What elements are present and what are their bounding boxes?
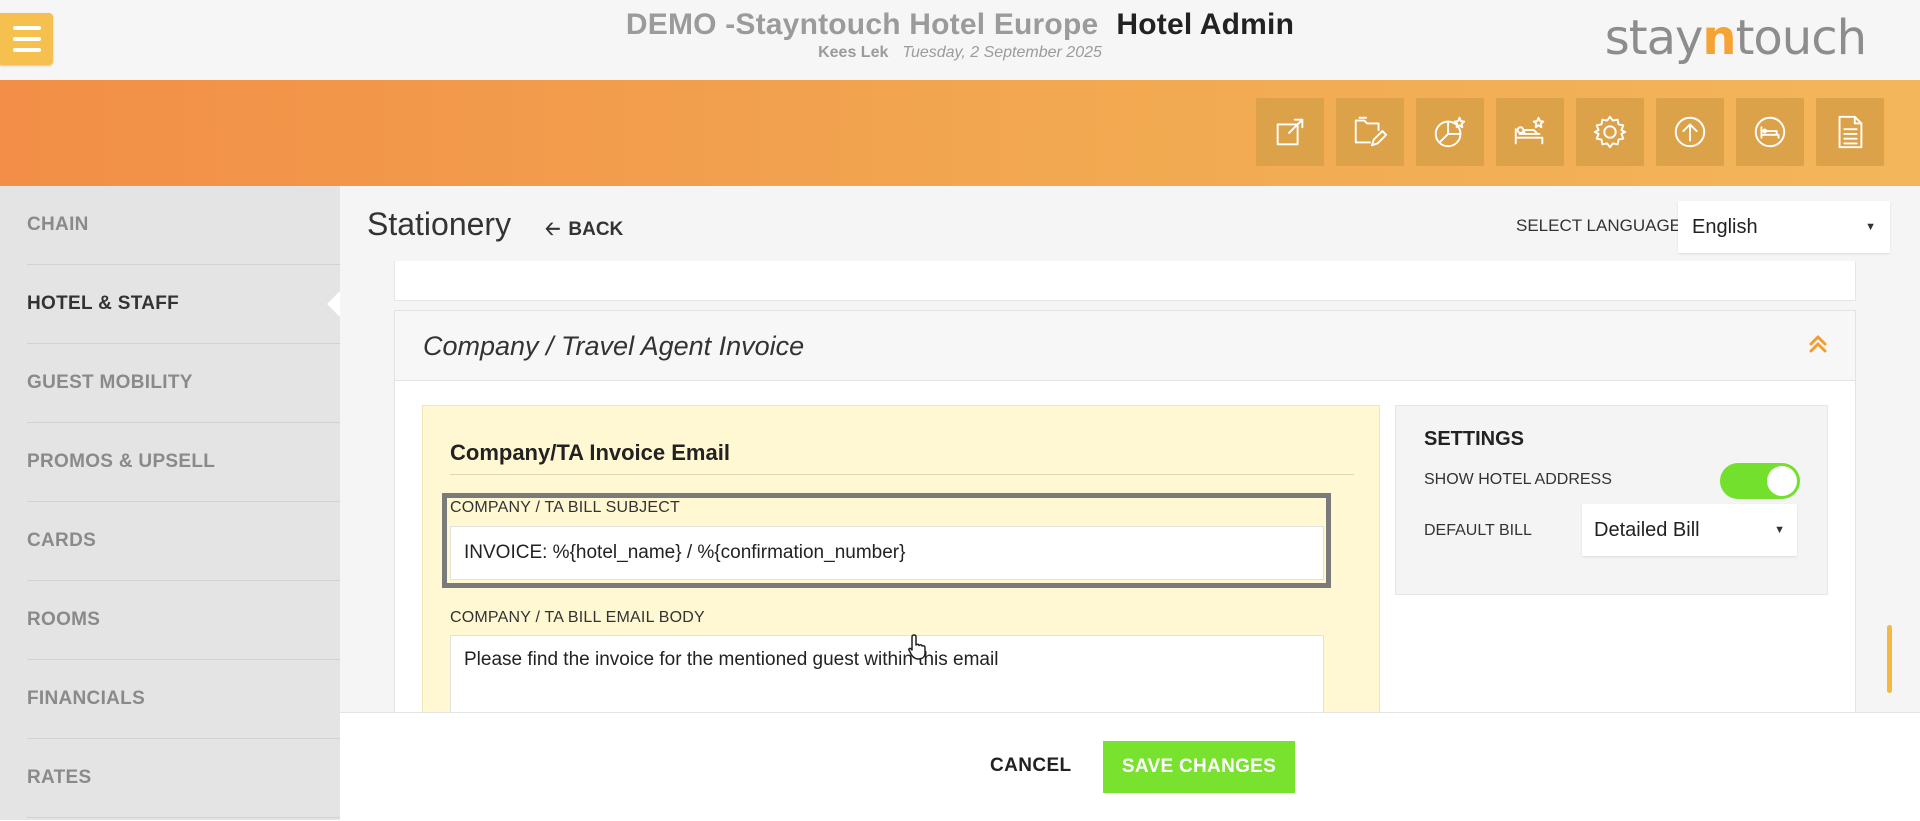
chevron-down-icon: ▼ — [1865, 221, 1876, 233]
page-title: Stationery — [367, 206, 512, 242]
toolbar-band — [0, 80, 1920, 186]
previous-section-card — [394, 261, 1856, 301]
toolbar-icons — [1256, 98, 1884, 166]
current-date: Tuesday, 2 September 2025 — [902, 44, 1102, 61]
logo-text-end: touch — [1735, 10, 1867, 66]
folder-edit-button[interactable] — [1336, 98, 1404, 166]
folder-edit-icon — [1354, 116, 1388, 147]
section-header[interactable]: Company / Travel Agent Invoice — [395, 311, 1855, 381]
section-title: Company / Travel Agent Invoice — [423, 331, 805, 361]
sidebar-item-promos-upsell[interactable]: PROMOS & UPSELL — [27, 423, 340, 502]
panel-title: Company/TA Invoice Email — [450, 440, 730, 465]
default-bill-label: DEFAULT BILL — [1424, 522, 1532, 539]
sidebar-item-cards[interactable]: CARDS — [27, 502, 340, 581]
top-header: DEMO -Stayntouch Hotel Europe Hotel Admin… — [0, 0, 1920, 80]
settings-button[interactable] — [1576, 98, 1644, 166]
back-arrow-icon: 🡠 — [545, 219, 561, 240]
page-header: Stationery 🡠 BACK SELECT LANGUAGE English… — [340, 186, 1920, 265]
external-link-icon — [1276, 118, 1304, 146]
sidebar-item-guest-mobility[interactable]: GUEST MOBILITY — [27, 344, 340, 423]
sidebar-item-financials[interactable]: FINANCIALS — [27, 660, 340, 739]
settings-panel: SETTINGS SHOW HOTEL ADDRESS DEFAULT BILL… — [1395, 405, 1828, 595]
document-button[interactable] — [1816, 98, 1884, 166]
scrollbar-thumb[interactable] — [1887, 625, 1892, 693]
app-name: Hotel Admin — [1116, 8, 1295, 41]
sidebar-item-rates[interactable]: RATES — [27, 739, 340, 818]
subject-input[interactable]: INVOICE: %{hotel_name} / %{confirmation_… — [450, 526, 1324, 580]
hand-cursor-icon — [908, 634, 926, 660]
footer-actions: CANCEL SAVE CHANGES — [340, 712, 1920, 821]
upload-icon — [1674, 116, 1706, 148]
sidebar: CHAIN HOTEL & STAFF GUEST MOBILITY PROMO… — [0, 186, 341, 820]
sidebar-item-hotel-staff[interactable]: HOTEL & STAFF — [27, 265, 340, 344]
property-name: DEMO -Stayntouch Hotel Europe — [625, 8, 1099, 41]
language-value: English — [1692, 215, 1758, 238]
gear-icon — [1593, 115, 1627, 149]
bed-star-icon — [1514, 116, 1545, 145]
bed-star-button[interactable] — [1496, 98, 1564, 166]
select-language-label: SELECT LANGUAGE — [1516, 216, 1682, 235]
logo-text-accent: n — [1702, 10, 1736, 66]
chart-star-button[interactable] — [1416, 98, 1484, 166]
language-select[interactable]: English ▼ — [1678, 201, 1890, 253]
upload-button[interactable] — [1656, 98, 1724, 166]
sidebar-item-rooms[interactable]: ROOMS — [27, 581, 340, 660]
show-hotel-address-toggle[interactable] — [1720, 463, 1800, 499]
default-bill-select[interactable]: Detailed Bill ▼ — [1582, 504, 1797, 556]
logo-text-start: stay — [1604, 10, 1704, 66]
email-body-label: COMPANY / TA BILL EMAIL BODY — [450, 609, 705, 626]
save-changes-button[interactable]: SAVE CHANGES — [1103, 741, 1295, 793]
back-label: BACK — [568, 219, 624, 240]
divider — [450, 474, 1354, 475]
user-name: Kees Lek — [818, 44, 889, 61]
collapse-chevron-icon[interactable] — [1807, 333, 1829, 355]
toggle-knob — [1767, 466, 1797, 496]
settings-title: SETTINGS — [1424, 428, 1525, 450]
default-bill-value: Detailed Bill — [1594, 518, 1700, 541]
cancel-button[interactable]: CANCEL — [990, 755, 1072, 777]
external-link-button[interactable] — [1256, 98, 1324, 166]
chart-star-icon — [1434, 116, 1466, 148]
show-hotel-address-label: SHOW HOTEL ADDRESS — [1424, 471, 1612, 488]
subject-label: COMPANY / TA BILL SUBJECT — [450, 499, 680, 516]
document-icon — [1838, 115, 1863, 149]
active-item-caret — [327, 290, 341, 318]
sidebar-item-chain[interactable]: CHAIN — [27, 186, 340, 265]
chevron-down-icon: ▼ — [1774, 524, 1785, 536]
stayntouch-logo: stayntouch — [1604, 10, 1867, 66]
back-button[interactable]: 🡠 BACK — [545, 215, 623, 247]
bed-button[interactable] — [1736, 98, 1804, 166]
bed-icon — [1754, 116, 1786, 148]
